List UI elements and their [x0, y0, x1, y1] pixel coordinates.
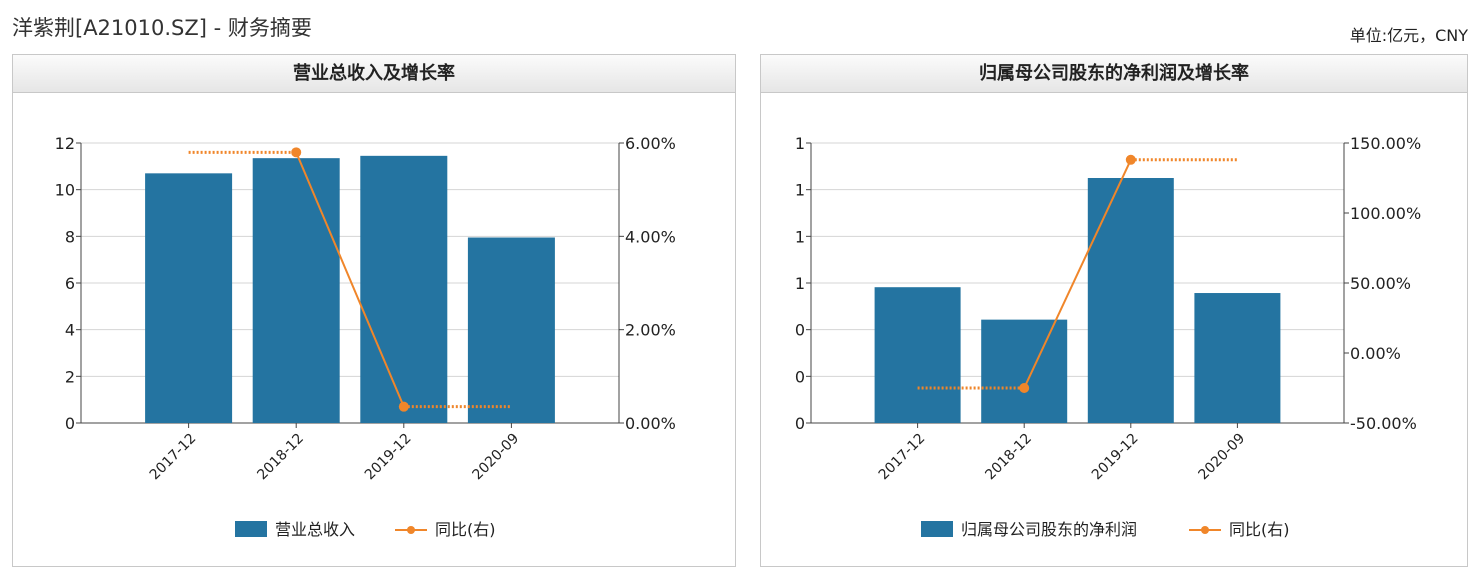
- left-axis-tick-label: 2: [65, 367, 75, 386]
- growth-point: [291, 147, 302, 158]
- bar: [981, 319, 1068, 423]
- right-axis-tick-label: 6.00%: [625, 134, 676, 153]
- left-axis-tick-label: 0: [795, 367, 805, 386]
- growth-point: [398, 401, 409, 412]
- page-title: 洋紫荆[A21010.SZ] - 财务摘要: [12, 16, 312, 40]
- left-axis-tick-label: 12: [55, 134, 75, 153]
- revenue-chart: 0 2 4 6 8 10 12 0.00% 2.00% 4.00% 6.00% 2017-12 2018…: [55, 134, 676, 539]
- x-axis-tick-label: 2020-09: [470, 431, 523, 484]
- legend-bar-swatch: [235, 521, 267, 537]
- legend-bar-label: 归属母公司股东的净利润: [961, 520, 1137, 539]
- left-axis-tick-label: 4: [65, 321, 75, 340]
- legend-bar-label: 营业总收入: [275, 520, 355, 539]
- bar: [145, 173, 233, 423]
- left-axis-tick-label: 1: [795, 181, 805, 200]
- bar: [252, 158, 340, 423]
- bar: [360, 155, 448, 423]
- right-axis-tick-label: 4.00%: [625, 227, 676, 246]
- right-axis-tick-label: 0.00%: [1350, 344, 1401, 363]
- bar: [874, 287, 961, 423]
- bar: [1087, 178, 1174, 423]
- revenue-chart-panel: 营业总收入及增长率 0 2 4 6 8 10 12 0.00% 2.00% 4.00% 6.00% 2…: [12, 54, 736, 567]
- right-axis-tick-label: 50.00%: [1350, 274, 1411, 293]
- x-axis-tick-label: 2018-12: [254, 431, 307, 484]
- left-axis-tick-label: 6: [65, 274, 75, 293]
- x-axis-tick-label: 2020-09: [1196, 431, 1249, 484]
- right-axis-tick-label: 2.00%: [625, 321, 676, 340]
- x-axis-tick-label: 2017-12: [876, 431, 929, 484]
- left-axis-tick-label: 1: [795, 274, 805, 293]
- left-axis-tick-label: 1: [795, 134, 805, 153]
- x-axis-tick-label: 2018-12: [982, 431, 1035, 484]
- right-axis-tick-label: -50.00%: [1350, 414, 1417, 433]
- x-axis-tick-label: 2019-12: [362, 431, 415, 484]
- right-axis-tick-label: 100.00%: [1350, 204, 1421, 223]
- left-axis-tick-label: 1: [795, 227, 805, 246]
- legend-bar-swatch: [921, 521, 953, 537]
- legend-line-label: 同比(右): [435, 520, 496, 539]
- net-profit-chart: 0 0 0 1 1 1 1 -50.00% 0.00% 50.00% 100.00% 150.00% 2…: [795, 134, 1421, 539]
- bar: [1194, 293, 1281, 423]
- x-axis-tick-label: 2017-12: [147, 431, 200, 484]
- bar: [467, 237, 555, 423]
- unit-label: 单位:亿元，CNY: [1349, 26, 1468, 45]
- right-axis-tick-label: 150.00%: [1350, 134, 1421, 153]
- left-axis-tick-label: 0: [795, 321, 805, 340]
- left-axis-tick-label: 8: [65, 227, 75, 246]
- growth-point: [1019, 383, 1030, 393]
- left-axis-tick-label: 0: [795, 414, 805, 433]
- right-axis-tick-label: 0.00%: [625, 414, 676, 433]
- left-axis-tick-label: 10: [55, 181, 75, 200]
- legend-line-marker: [1201, 526, 1209, 534]
- net-profit-chart-panel: 归属母公司股东的净利润及增长率 0 0 0 1 1 1 1 -50.00% 0.00% 50.00…: [760, 54, 1468, 567]
- legend-line-label: 同比(右): [1229, 520, 1290, 539]
- x-axis-tick-label: 2019-12: [1089, 431, 1142, 484]
- left-axis-tick-label: 0: [65, 414, 75, 433]
- legend-line-marker: [407, 526, 415, 534]
- growth-point: [1125, 154, 1136, 165]
